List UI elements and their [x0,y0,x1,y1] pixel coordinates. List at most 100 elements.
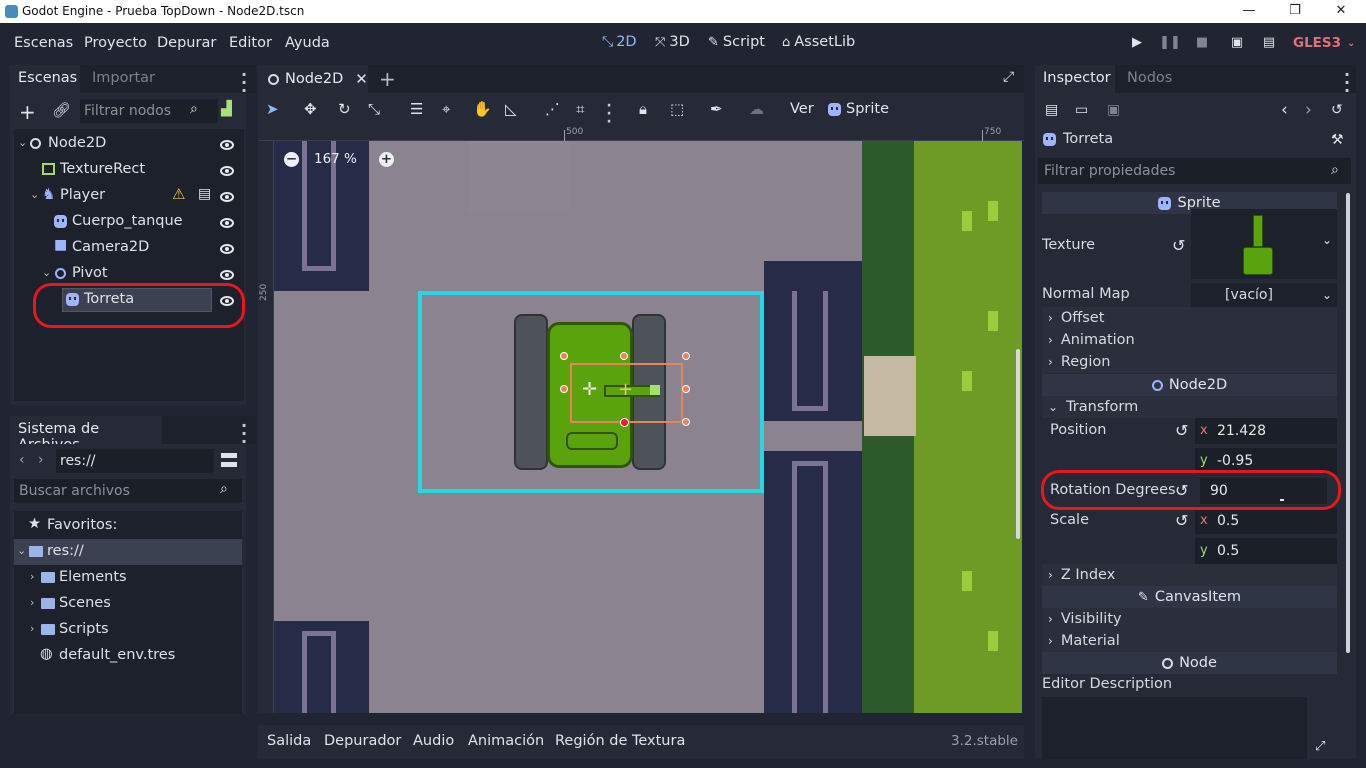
bone-icon[interactable]: ✒ [710,100,723,118]
distraction-free-icon[interactable]: ⤢ [1003,69,1014,85]
viewport-scrollbar[interactable] [1016,349,1020,539]
object-tools-icon[interactable]: ⚒ [1331,132,1344,148]
menu-escenas[interactable]: Escenas [14,35,73,51]
tab-inspector[interactable]: Inspector [1035,65,1115,93]
position-x-field[interactable]: x 21.428 [1195,418,1337,444]
path-input[interactable]: res:// [56,449,214,473]
snap-options-icon[interactable]: · · · [605,99,613,129]
maximize-button[interactable]: ❐ [1272,0,1318,23]
zoom-in-icon[interactable]: + [378,151,394,167]
minimize-button[interactable]: — [1226,0,1272,23]
add-tab-icon[interactable]: + [379,67,396,91]
inspected-object[interactable]: Torreta [1043,131,1113,147]
handle-top-left[interactable] [560,352,568,360]
link-icon[interactable]: 🔗︎ [52,101,71,119]
handle-top-right[interactable] [682,352,690,360]
menu-depurar[interactable]: Depurar [157,35,216,51]
grid-snap-icon[interactable]: ⌗ [576,100,584,118]
tree-item-camera2d[interactable]: ■ Camera2D [14,235,244,261]
tab-audio[interactable]: Audio [413,733,454,749]
move-tool-icon[interactable]: ✥ [304,100,317,118]
new-resource-icon[interactable]: ▤ [1045,102,1058,118]
texture-preview[interactable]: ⌄ [1191,209,1337,279]
workspace-3d-tab[interactable]: ⤧ 3D [655,34,690,50]
subsection-visibility[interactable]: › Visibility [1042,608,1337,630]
stop-icon[interactable]: ■ [1191,35,1213,55]
back-icon[interactable]: ‹ [19,452,25,468]
reset-icon[interactable]: ↺ [1172,236,1185,255]
warning-icon[interactable]: ⚠ [172,185,185,203]
scale-tool-icon[interactable]: ⤡ [368,100,380,118]
workspace-script-tab[interactable]: ✎ Script [708,34,765,50]
zoom-level[interactable]: 167 % [314,151,357,167]
eye-icon[interactable] [220,166,234,176]
workspace-assetlib-tab[interactable]: ⌂ AssetLib [782,34,855,50]
open-resource-icon[interactable]: ▭ [1075,102,1088,118]
subsection-offset[interactable]: › Offset [1042,307,1337,329]
close-window-button[interactable]: ✕ [1318,0,1364,23]
eye-icon[interactable] [220,218,234,228]
play-scene-icon[interactable]: ▣ [1226,35,1248,55]
dock-menu-icon[interactable]: · · · [1341,67,1353,99]
rotate-tool-icon[interactable]: ↻ [338,100,351,118]
normal-map-picker[interactable]: [vacío] ⌄ [1191,283,1337,309]
save-resource-icon[interactable]: ▣ [1107,102,1120,118]
subsection-region[interactable]: › Region [1042,351,1337,373]
instance-scene-icon[interactable]: ▟ [221,101,232,117]
scale-x-field[interactable]: x 0.5 [1195,508,1337,534]
tab-sistema-archivos[interactable]: Sistema de Archivos [10,416,162,453]
tree-item-player[interactable]: ⌄ ♞ Player ⚠ ▤ [14,183,244,209]
dock-menu-icon[interactable]: · · · [238,67,250,99]
ruler-tool-icon[interactable]: ◺ [505,100,517,118]
close-icon[interactable]: ✕ [355,70,368,88]
subsection-transform[interactable]: ⌄ Transform [1042,396,1337,418]
forward-icon[interactable]: › [38,452,44,468]
chevron-right-icon[interactable]: › [30,622,34,635]
tree-item-node2d[interactable]: ⌄ Node2D [14,131,244,157]
eye-icon[interactable] [220,270,234,280]
tab-animacion[interactable]: Animación [468,733,544,749]
list-select-icon[interactable]: ☰ [410,100,423,118]
renderer-selector[interactable]: GLES3 ⌄ [1293,35,1355,51]
chevron-down-icon[interactable]: ⌄ [42,266,51,279]
handle-bottom-right[interactable] [682,418,690,426]
section-canvasitem[interactable]: ✎ CanvasItem [1042,586,1337,608]
expand-icon[interactable]: ⤢ [1315,739,1325,754]
inspector-scrollbar[interactable] [1346,193,1350,653]
section-node2d[interactable]: Node2D [1042,374,1337,396]
subsection-material[interactable]: › Material [1042,630,1337,652]
chevron-down-icon[interactable]: ⌄ [17,544,26,557]
dock-menu-icon[interactable]: · · · [238,418,250,450]
tree-item-texturerect[interactable]: TextureRect [14,157,244,183]
editor-description-textarea[interactable] [1042,697,1307,759]
chevron-down-icon[interactable]: ⌄ [30,188,39,201]
tree-item-cuerpo-tanque[interactable]: Cuerpo_tanque [14,209,244,235]
pivot-tool-icon[interactable]: ⌖ [442,100,450,118]
eye-icon[interactable] [220,244,234,254]
eye-icon[interactable] [220,192,234,202]
tab-region-textura[interactable]: Región de Textura [555,733,685,749]
tab-importar[interactable]: Importar [92,70,155,86]
eye-icon[interactable] [220,140,234,150]
file-item-favorites[interactable]: ★ Favoritos: [14,513,242,539]
sprite-menu[interactable]: Sprite [828,101,889,117]
play-custom-scene-icon[interactable]: ▤ [1258,35,1280,55]
group-icon[interactable]: ⬚ [670,100,684,118]
menu-proyecto[interactable]: Proyecto [84,35,147,51]
view-menu[interactable]: Ver [790,101,814,117]
chevron-right-icon[interactable]: › [30,596,34,609]
chevron-down-icon[interactable]: ⌄ [1322,233,1332,247]
view-toggle-icon[interactable] [221,453,237,467]
script-attached-icon[interactable]: ▤ [198,186,211,202]
subsection-animation[interactable]: › Animation [1042,329,1337,351]
camera-override-icon[interactable]: ☁ [749,100,764,118]
chevron-down-icon[interactable]: ⌄ [18,136,27,149]
pan-tool-icon[interactable]: ✋ [473,100,492,118]
tab-nodos[interactable]: Nodos [1127,70,1172,86]
tab-escenas[interactable]: Escenas [10,65,80,93]
search-files-input[interactable]: Buscar archivos [14,479,242,503]
handle-top-mid[interactable] [620,352,628,360]
handle-mid-left[interactable] [560,385,568,393]
menu-ayuda[interactable]: Ayuda [285,35,330,51]
zoom-out-icon[interactable]: − [284,151,299,167]
